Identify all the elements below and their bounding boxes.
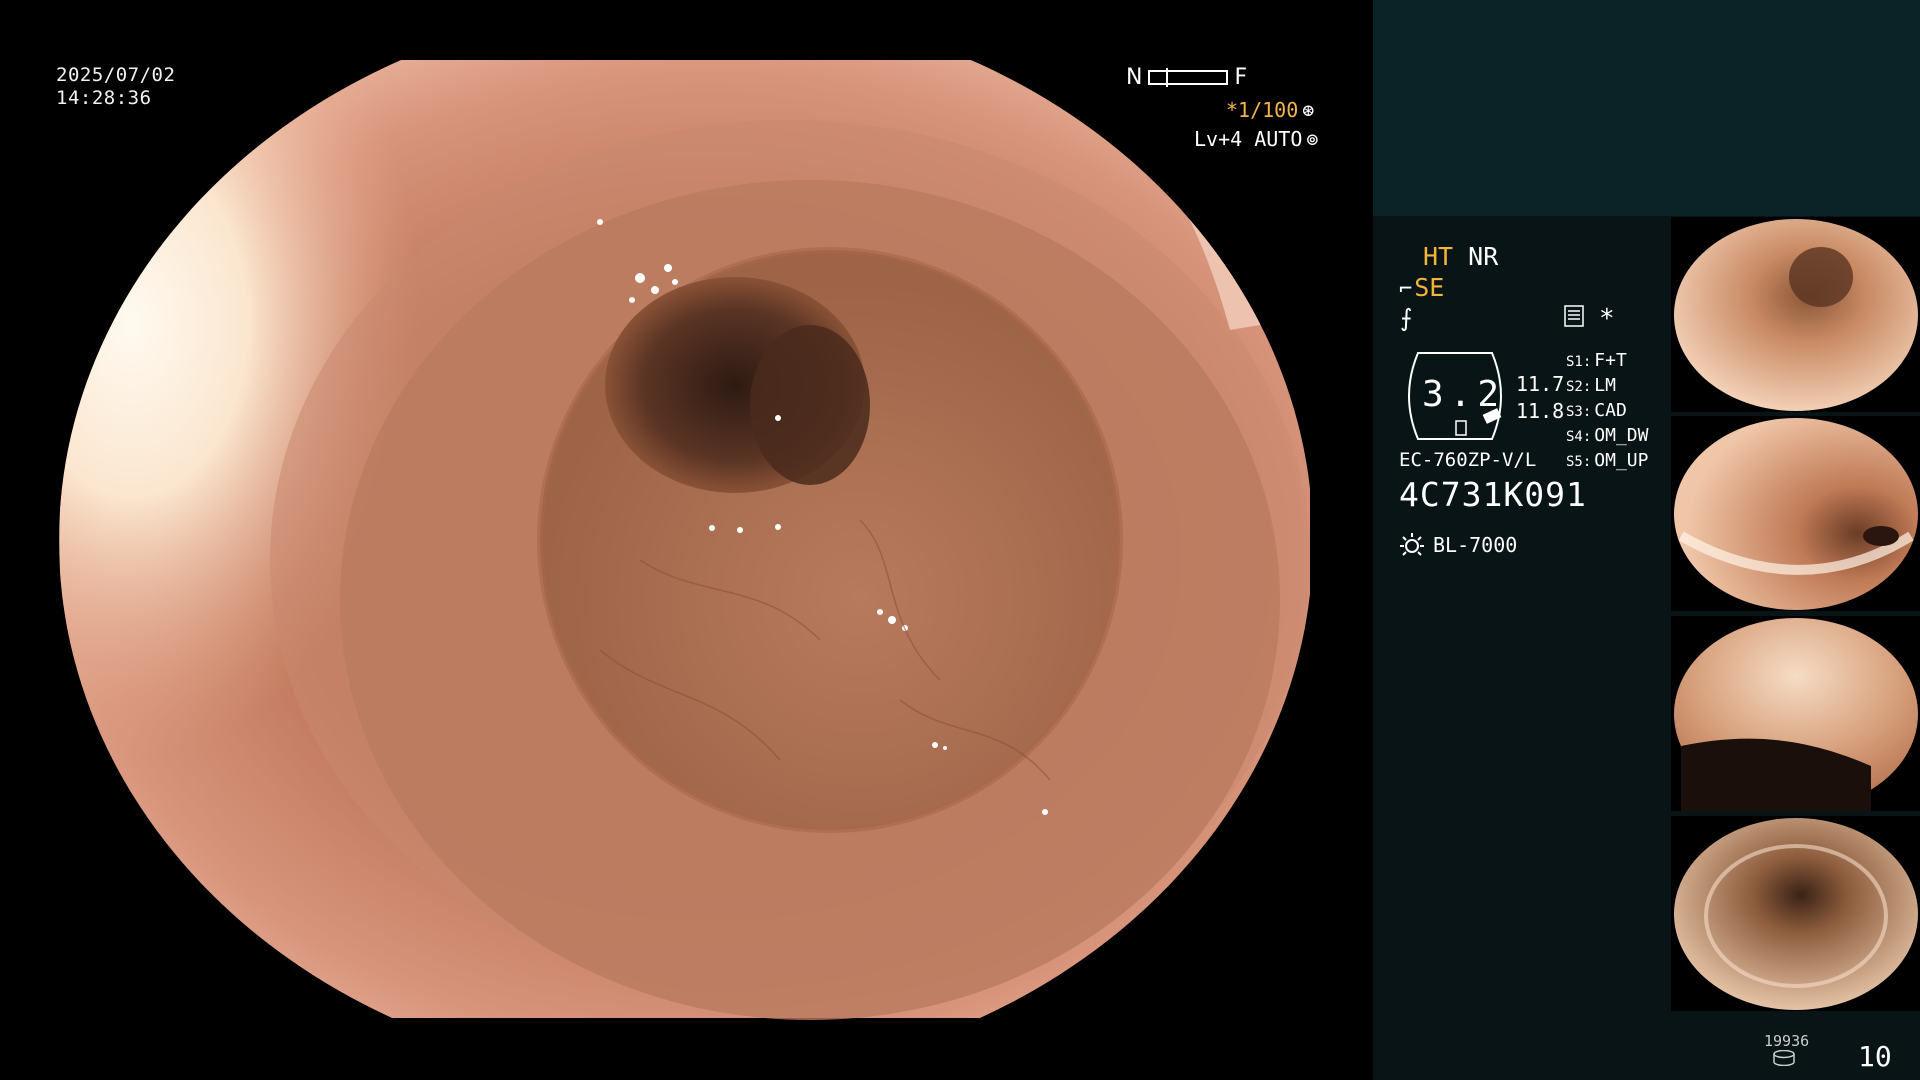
light-source-row: BL-7000 — [1399, 532, 1517, 558]
ht-nr-row: HT NR — [1423, 242, 1498, 271]
time-text: 14:28:36 — [56, 87, 152, 109]
scope-serial: 4C731K091 — [1399, 475, 1587, 514]
switch-value: OM_DW — [1594, 425, 1649, 446]
shutter-icon: ⊛ — [1302, 98, 1315, 122]
iris-icon: ⊚ — [1306, 127, 1319, 151]
captured-thumbnail-2[interactable] — [1671, 416, 1920, 611]
scope-model: EC-760ZP-V/L — [1399, 449, 1537, 471]
star-marker: * — [1599, 304, 1615, 334]
captured-thumbnail-4[interactable] — [1671, 816, 1920, 1011]
datetime-readout: 2025/07/02 14:28:36 — [56, 64, 175, 110]
near-far-scale: N F — [1126, 64, 1247, 90]
switch-s4: S4: OM_DW — [1566, 425, 1648, 446]
switch-key: S5: — [1566, 454, 1592, 470]
switch-s2: S2: LM — [1566, 375, 1616, 396]
stored-image-count: 19936 — [1764, 1032, 1810, 1050]
shutter-readout: *1/100 ⊛ — [1226, 98, 1314, 122]
zoom-value: 3.2 — [1422, 374, 1506, 415]
se-row: ⌐SE — [1399, 273, 1444, 302]
switch-s5: S5: OM_UP — [1566, 450, 1648, 471]
near-label: N — [1126, 64, 1143, 90]
structure-enhance-icon: ⌐ — [1399, 277, 1413, 302]
thumbnail-image — [1674, 418, 1918, 610]
date-text: 2025/07/02 — [56, 64, 176, 86]
panel-header-area — [1373, 0, 1920, 216]
switch-key: S1: — [1566, 354, 1592, 370]
switch-value: F+T — [1594, 350, 1627, 371]
live-endoscope-image — [0, 0, 1373, 1080]
captured-thumbnail-3[interactable] — [1671, 616, 1920, 811]
switch-s1: S1: F+T — [1566, 350, 1627, 371]
thumbnail-image — [1674, 618, 1918, 811]
switch-key: S4: — [1566, 429, 1592, 445]
far-label: F — [1234, 64, 1248, 90]
capture-counter: 10 — [1858, 1040, 1892, 1073]
iris-text: Lv+4 AUTO — [1194, 127, 1303, 151]
switch-value: OM_UP — [1594, 450, 1649, 471]
color-mode-icon: ⨍ — [1400, 304, 1413, 332]
switch-value: CAD — [1594, 400, 1627, 421]
shutter-text: *1/100 — [1226, 98, 1299, 122]
focus-bar — [1148, 67, 1229, 87]
thumbnail-image — [1674, 818, 1918, 1010]
light-source-label: BL-7000 — [1433, 533, 1518, 557]
storage-disk-icon — [1773, 1050, 1795, 1066]
zoom-readout-1: 11.7 — [1516, 372, 1565, 396]
thumbnail-image — [1674, 219, 1918, 411]
endoscope-live-view: 2025/07/02 14:28:36 N F *1/100 ⊛ Lv+4 AUT… — [0, 0, 1373, 1080]
switch-s3: S3: CAD — [1566, 400, 1627, 421]
document-icon — [1564, 305, 1584, 327]
se-label: SE — [1414, 273, 1445, 302]
switch-value: LM — [1594, 375, 1616, 396]
focus-marker — [1166, 67, 1169, 87]
iris-readout: Lv+4 AUTO ⊚ — [1194, 127, 1318, 151]
nr-label: NR — [1468, 242, 1499, 271]
switch-key: S3: — [1566, 404, 1592, 420]
captured-thumbnail-1[interactable] — [1671, 217, 1920, 412]
ht-label: HT — [1423, 242, 1454, 271]
light-source-icon — [1400, 533, 1424, 556]
switch-key: S2: — [1566, 379, 1592, 395]
zoom-readout-2: 11.8 — [1516, 399, 1565, 423]
